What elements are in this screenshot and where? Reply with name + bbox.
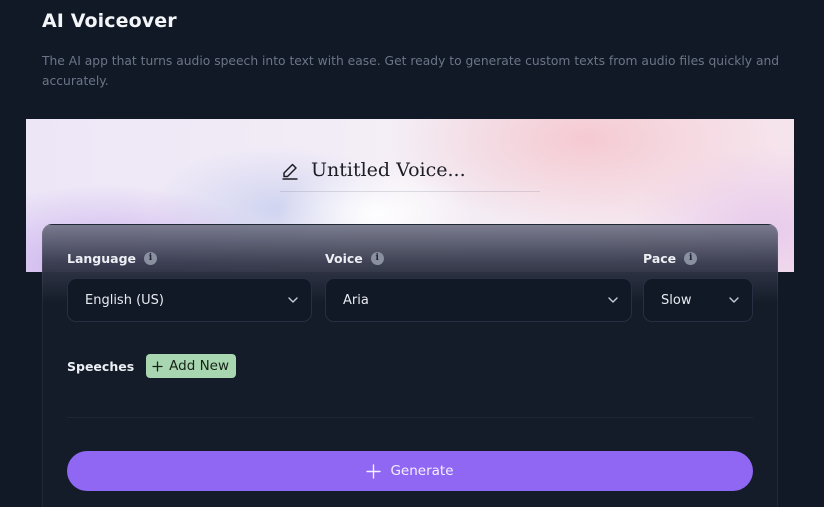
- pace-label-text: Pace: [643, 251, 677, 266]
- add-new-speech-button[interactable]: Add New: [146, 354, 237, 378]
- voice-name-text[interactable]: Untitled Voice...: [311, 159, 466, 181]
- add-new-label: Add New: [169, 358, 230, 374]
- voice-label: Voice i: [325, 251, 384, 266]
- plus-icon: [366, 463, 382, 479]
- language-select[interactable]: English (US): [67, 278, 312, 322]
- language-select-value: English (US): [85, 292, 164, 308]
- voice-select[interactable]: Aria: [325, 278, 632, 322]
- language-label: Language i: [67, 251, 158, 266]
- chevron-down-icon: [729, 297, 739, 303]
- generate-label: Generate: [390, 463, 454, 479]
- plus-icon: [152, 360, 163, 372]
- pace-info-icon[interactable]: i: [684, 252, 698, 265]
- speeches-row: Speeches Add New: [67, 354, 237, 378]
- language-label-text: Language: [67, 251, 137, 266]
- ai-voiceover-page: AI Voiceover The AI app that turns audio…: [0, 0, 824, 507]
- page-subtitle: The AI app that turns audio speech into …: [42, 54, 780, 88]
- divider: [67, 417, 753, 418]
- generate-button[interactable]: Generate: [67, 451, 753, 491]
- chevron-down-icon: [608, 297, 618, 303]
- voice-name-field[interactable]: Untitled Voice...: [280, 155, 540, 192]
- pace-select[interactable]: Slow: [643, 278, 753, 322]
- page-title: AI Voiceover: [42, 10, 177, 32]
- pace-select-value: Slow: [661, 292, 692, 308]
- voice-label-text: Voice: [325, 251, 363, 266]
- language-info-icon[interactable]: i: [144, 252, 158, 265]
- speeches-label: Speeches: [67, 358, 135, 374]
- pencil-icon[interactable]: [281, 162, 299, 180]
- voice-select-value: Aria: [343, 292, 369, 308]
- chevron-down-icon: [288, 297, 298, 303]
- voice-settings-card: Language i English (US) Voice i Aria Pac…: [42, 224, 778, 507]
- voice-info-icon[interactable]: i: [370, 252, 384, 265]
- pace-label: Pace i: [643, 251, 698, 266]
